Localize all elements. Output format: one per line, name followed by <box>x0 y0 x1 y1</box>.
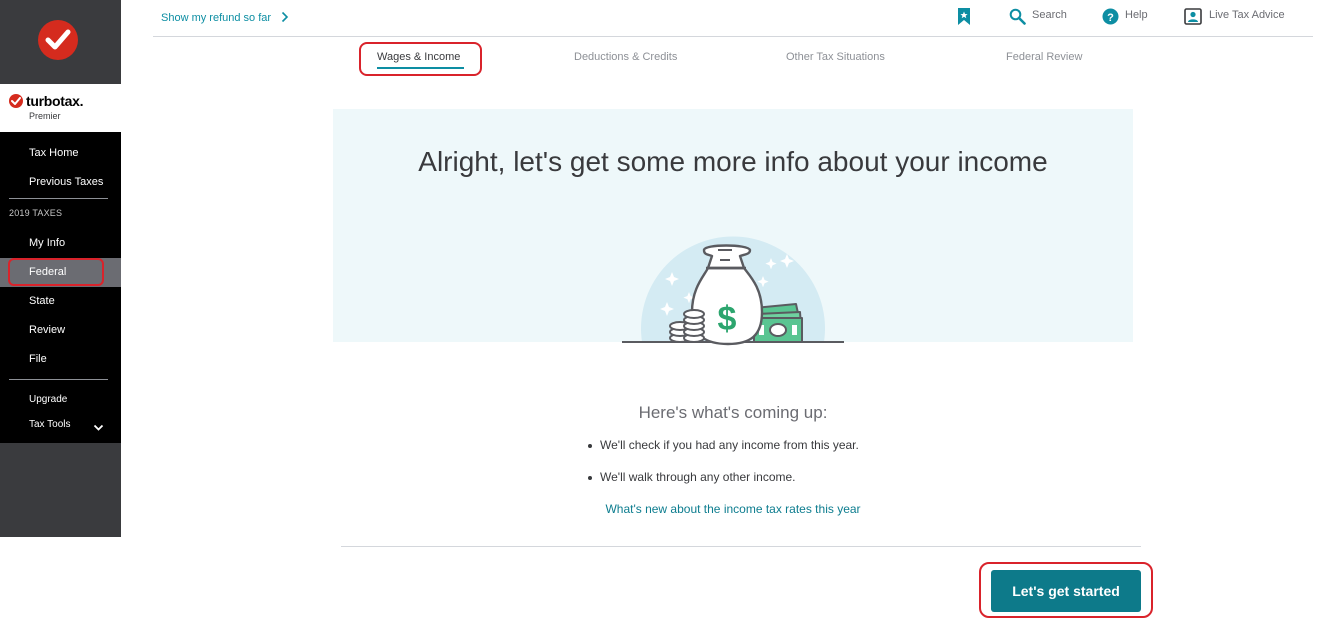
chevron-right-icon <box>281 11 289 26</box>
checkmark-icon[interactable] <box>38 20 78 60</box>
bullet-dot <box>588 444 592 448</box>
step-federal-review[interactable]: Federal Review <box>1006 51 1082 63</box>
bookmark-icon[interactable] <box>957 8 971 26</box>
brand-name-text: turbotax <box>26 93 80 109</box>
svg-text:$: $ <box>718 300 737 338</box>
brand-checkmark-icon <box>9 94 23 108</box>
brand-edition: Premier <box>29 111 61 121</box>
sidebar-item-label: Review <box>29 324 66 336</box>
income-tax-rates-link[interactable]: What's new about the income tax rates th… <box>0 502 1326 516</box>
sidebar-divider <box>9 379 108 380</box>
help-button[interactable]: ? Help <box>1102 8 1154 26</box>
sidebar-item-file[interactable]: File <box>0 345 121 374</box>
header-divider <box>153 36 1313 37</box>
annotation-federal-highlight <box>8 258 104 286</box>
sidebar-section-label: 2019 TAXES <box>9 208 63 218</box>
income-tax-rates-link-text[interactable]: What's new about the income tax rates th… <box>605 502 860 516</box>
annotation-wages-highlight <box>359 42 482 76</box>
step-deductions-credits[interactable]: Deductions & Credits <box>574 51 677 63</box>
brand-logo: turbotax. Premier <box>0 84 121 132</box>
search-icon <box>1009 8 1026 28</box>
sidebar-footer <box>0 443 121 537</box>
coming-up-heading: Here's what's coming up: <box>638 403 828 422</box>
show-refund-label: Show my refund so far <box>161 12 272 24</box>
bullet-dot <box>588 476 592 480</box>
help-label: Help <box>1125 9 1148 21</box>
expert-icon <box>1184 8 1202 28</box>
content-divider <box>341 546 1141 547</box>
help-icon: ? <box>1102 8 1119 28</box>
brand-dot: . <box>79 93 84 109</box>
sidebar-logo-area <box>0 0 121 84</box>
coming-up-item-text: We'll check if you had any income from t… <box>600 438 859 452</box>
annotation-cta-highlight <box>979 562 1153 618</box>
sidebar-item-label: State <box>29 295 55 307</box>
sidebar-item-state[interactable]: State <box>0 287 121 316</box>
brand-name: turbotax. <box>26 93 83 109</box>
coming-up-item-text: We'll walk through any other income. <box>600 470 796 484</box>
search-button[interactable]: Search <box>1009 8 1073 26</box>
sidebar-item-review[interactable]: Review <box>0 316 121 345</box>
live-tax-advice-label: Live Tax Advice <box>1209 9 1285 21</box>
svg-text:?: ? <box>1107 12 1114 24</box>
sidebar-divider <box>9 198 108 199</box>
show-refund-link[interactable]: Show my refund so far <box>161 11 289 24</box>
step-other-tax-situations[interactable]: Other Tax Situations <box>786 51 885 63</box>
search-label: Search <box>1032 9 1067 21</box>
sidebar-item-label: My Info <box>29 237 66 249</box>
sidebar-item-label: File <box>29 353 47 365</box>
live-tax-advice-button[interactable]: Live Tax Advice <box>1184 8 1294 26</box>
page-title: Alright, let's get some more info about … <box>418 146 1048 177</box>
sidebar-item-my-info[interactable]: My Info <box>0 229 121 258</box>
money-bag-illustration: $ <box>620 224 846 357</box>
